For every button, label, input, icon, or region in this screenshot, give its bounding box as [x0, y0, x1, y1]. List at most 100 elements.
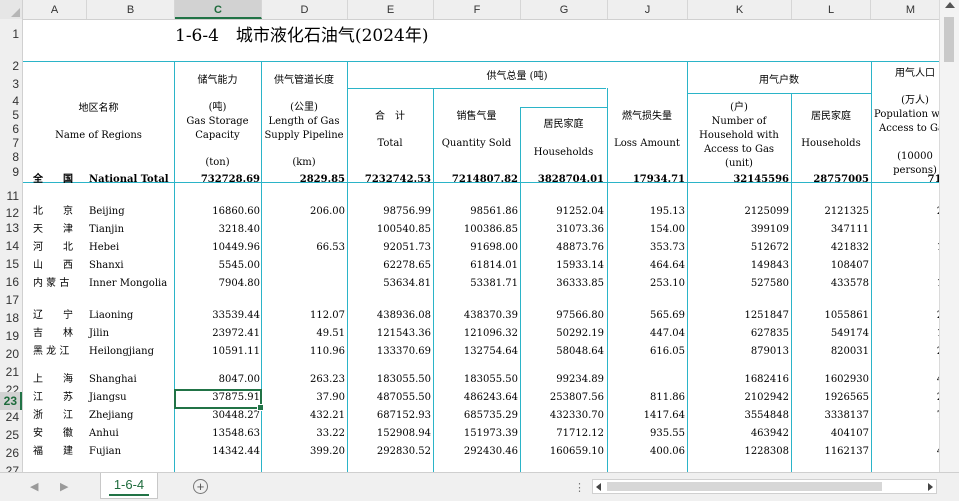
cell-total[interactable]: 121543.36 — [347, 327, 431, 340]
cell-users-house[interactable]: 108407 — [791, 259, 869, 272]
cell-en[interactable]: Beijing — [89, 205, 174, 218]
row-header[interactable]: 4 — [0, 94, 22, 108]
row-header[interactable]: 11 — [0, 189, 22, 203]
cell-house[interactable]: 99234.89 — [520, 373, 604, 386]
cell-users-house[interactable]: 1162137 — [791, 445, 869, 458]
cell-en[interactable]: Heilongjiang — [89, 345, 174, 358]
cell-users-house[interactable]: 404107 — [791, 427, 869, 440]
cell-loss[interactable]: 253.10 — [607, 277, 685, 290]
cell-house[interactable]: 15933.14 — [520, 259, 604, 272]
cell-pipe[interactable]: 112.07 — [261, 309, 345, 322]
cell-house[interactable]: 97566.80 — [520, 309, 604, 322]
cell-loss[interactable]: 935.55 — [607, 427, 685, 440]
cell-house[interactable]: 432330.70 — [520, 409, 604, 422]
cell-storage[interactable]: 8047.00 — [174, 373, 260, 386]
cell-storage[interactable]: 23972.41 — [174, 327, 260, 340]
row-header[interactable]: 3 — [0, 77, 22, 91]
cell-zh[interactable]: 全 国 — [33, 173, 93, 186]
cell-storage[interactable]: 732728.69 — [174, 173, 260, 186]
cell-loss[interactable]: 464.64 — [607, 259, 685, 272]
column-header-j[interactable]: J — [608, 0, 688, 19]
cell-loss[interactable]: 811.86 — [607, 391, 685, 404]
cell-storage[interactable]: 33539.44 — [174, 309, 260, 322]
cell-users[interactable]: 1682416 — [687, 373, 789, 386]
cell-total[interactable]: 62278.65 — [347, 259, 431, 272]
cell-sold[interactable]: 292430.46 — [433, 445, 518, 458]
nav-left-icon[interactable]: ◀ — [30, 480, 38, 493]
scroll-up-icon[interactable] — [945, 2, 955, 8]
cell-pipe[interactable]: 399.20 — [261, 445, 345, 458]
column-header-k[interactable]: K — [688, 0, 792, 19]
cell-total[interactable]: 687152.93 — [347, 409, 431, 422]
row-header[interactable]: 16 — [0, 275, 22, 289]
cell-en[interactable]: Inner Mongolia — [89, 277, 174, 290]
cell-storage[interactable]: 10591.11 — [174, 345, 260, 358]
cell-zh[interactable]: 安 徽 — [33, 427, 93, 440]
cell-total[interactable]: 92051.73 — [347, 241, 431, 254]
cell-total[interactable]: 487055.50 — [347, 391, 431, 404]
cell-zh[interactable]: 福 建 — [33, 445, 93, 458]
cell-en[interactable]: Liaoning — [89, 309, 174, 322]
cell-users-house[interactable]: 347111 — [791, 223, 869, 236]
cell-zh[interactable]: 江 苏 — [33, 391, 93, 404]
cell-loss[interactable]: 565.69 — [607, 309, 685, 322]
row-header-selected[interactable]: 23 — [0, 392, 22, 410]
cell-zh[interactable]: 北 京 — [33, 205, 93, 218]
cell-storage[interactable]: 14342.44 — [174, 445, 260, 458]
column-header-e[interactable]: E — [348, 0, 434, 19]
cell-storage[interactable]: 10449.96 — [174, 241, 260, 254]
vertical-scroll-thumb[interactable] — [944, 17, 954, 62]
row-header[interactable]: 15 — [0, 257, 22, 271]
cell-total[interactable]: 98756.99 — [347, 205, 431, 218]
vertical-scrollbar[interactable] — [939, 0, 959, 472]
cell-total[interactable]: 7232742.53 — [347, 173, 431, 186]
cell-zh[interactable]: 辽 宁 — [33, 309, 93, 322]
cell-sold[interactable]: 685735.29 — [433, 409, 518, 422]
cell-users[interactable]: 463942 — [687, 427, 789, 440]
cell-sold[interactable]: 61814.01 — [433, 259, 518, 272]
cell-en[interactable]: Jiangsu — [89, 391, 174, 404]
column-header-l[interactable]: L — [792, 0, 871, 19]
cell-loss[interactable]: 1417.64 — [607, 409, 685, 422]
cell-users[interactable]: 627835 — [687, 327, 789, 340]
cell-users-house[interactable]: 1602930 — [791, 373, 869, 386]
cell-zh[interactable]: 天 津 — [33, 223, 93, 236]
column-header-d[interactable]: D — [262, 0, 348, 19]
row-header[interactable]: 26 — [0, 446, 22, 460]
cell-total[interactable]: 152908.94 — [347, 427, 431, 440]
cell-house[interactable]: 91252.04 — [520, 205, 604, 218]
cell-en[interactable]: Fujian — [89, 445, 174, 458]
cell-en[interactable]: National Total — [89, 173, 174, 186]
cell-users-house[interactable]: 28757005 — [791, 173, 869, 186]
cell-users-house[interactable]: 421832 — [791, 241, 869, 254]
cell-total[interactable]: 53634.81 — [347, 277, 431, 290]
cell-users-house[interactable]: 549174 — [791, 327, 869, 340]
cell-sold[interactable]: 438370.39 — [433, 309, 518, 322]
cell-house[interactable]: 31073.36 — [520, 223, 604, 236]
row-header[interactable]: 27 — [0, 464, 22, 472]
row-header[interactable]: 5 — [0, 108, 22, 122]
cell-house[interactable]: 50292.19 — [520, 327, 604, 340]
cell-users[interactable]: 1251847 — [687, 309, 789, 322]
cell-sold[interactable]: 91698.00 — [433, 241, 518, 254]
cell-loss[interactable]: 400.06 — [607, 445, 685, 458]
cell-users[interactable]: 2102942 — [687, 391, 789, 404]
cell-sold[interactable]: 151973.39 — [433, 427, 518, 440]
cell-total[interactable]: 438936.08 — [347, 309, 431, 322]
scroll-left-icon[interactable] — [596, 483, 601, 491]
cell-zh[interactable]: 河 北 — [33, 241, 93, 254]
cell-storage[interactable]: 30448.27 — [174, 409, 260, 422]
cell-en[interactable]: Tianjin — [89, 223, 174, 236]
row-header[interactable]: 9 — [0, 165, 22, 179]
row-header[interactable]: 7 — [0, 136, 22, 150]
cell-house[interactable]: 71712.12 — [520, 427, 604, 440]
cell-en[interactable]: Anhui — [89, 427, 174, 440]
cell-users-house[interactable]: 433578 — [791, 277, 869, 290]
cell-loss[interactable]: 447.04 — [607, 327, 685, 340]
column-header-b[interactable]: B — [87, 0, 175, 19]
cell-pipe[interactable]: 49.51 — [261, 327, 345, 340]
cell-house[interactable]: 58048.64 — [520, 345, 604, 358]
row-header[interactable]: 14 — [0, 239, 22, 253]
cell-users[interactable]: 527580 — [687, 277, 789, 290]
row-header[interactable]: 20 — [0, 347, 22, 361]
